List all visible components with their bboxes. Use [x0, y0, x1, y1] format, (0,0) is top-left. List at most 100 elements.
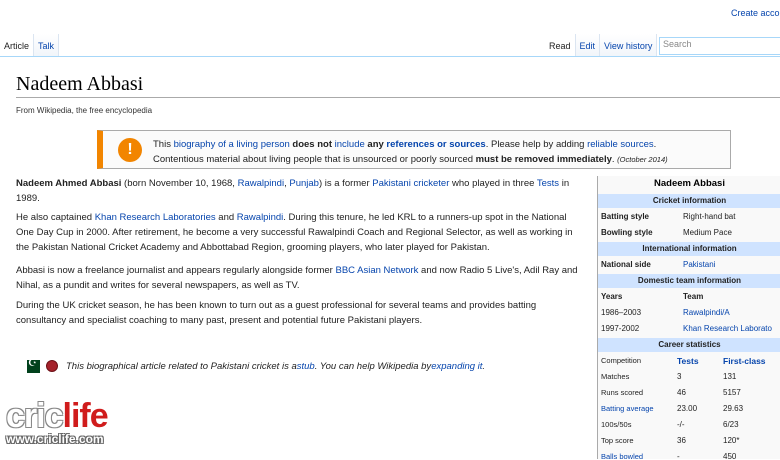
- infobox-row: Batting style Right-hand bat: [598, 209, 780, 225]
- search-input[interactable]: Search: [659, 37, 780, 55]
- text: . You can help Wikipedia by: [314, 360, 432, 372]
- stub-link[interactable]: stub: [297, 361, 315, 372]
- stats-value: -: [677, 452, 680, 459]
- site-tagline: From Wikipedia, the free encyclopedia: [16, 106, 153, 115]
- cricketer-link[interactable]: cricketer: [413, 178, 449, 189]
- batting-average-link[interactable]: Batting average: [601, 401, 677, 417]
- stats-row: Balls bowled - 450: [598, 449, 780, 459]
- stats-key: Top score: [601, 436, 634, 445]
- balls-bowled-link[interactable]: Balls bowled: [601, 449, 677, 459]
- infobox-title: Nadeem Abbasi: [654, 178, 725, 189]
- stats-key: Matches: [601, 372, 630, 381]
- logo-wordmark: criclife: [6, 397, 109, 435]
- infobox-section-header: Cricket information: [598, 194, 780, 208]
- tab-read[interactable]: Read: [545, 34, 576, 56]
- create-account-link[interactable]: Create accou: [731, 8, 780, 18]
- expanding-it-link[interactable]: expanding it: [431, 361, 482, 372]
- infobox-value: 1997-2002: [601, 324, 640, 333]
- first-class-column-link[interactable]: First-class: [723, 353, 766, 369]
- stats-value: 131: [723, 372, 737, 381]
- text: During the UK cricket season, he has bee…: [16, 300, 537, 326]
- infobox-section-header: Domestic team information: [598, 274, 780, 288]
- punjab-link[interactable]: Punjab: [289, 178, 319, 189]
- infobox-value: Right-hand bat: [683, 212, 736, 221]
- warning-text-part: .: [653, 139, 657, 150]
- rawalpindi-link[interactable]: Rawalpindi: [237, 212, 283, 223]
- cricket-ball-icon: [46, 360, 58, 372]
- article-paragraph: He also captained Khan Research Laborato…: [16, 210, 586, 255]
- warning-text: This biography of a living person does n…: [153, 137, 668, 167]
- warning-text-part: Contentious material about living people…: [153, 154, 476, 165]
- stats-value: 450: [723, 452, 737, 459]
- stats-row: Matches 3 131: [598, 369, 780, 385]
- infobox-key: Bowling style: [601, 228, 653, 237]
- tab-talk[interactable]: Talk: [34, 34, 60, 56]
- stats-value: 23.00: [677, 404, 698, 413]
- team-link[interactable]: Khan Research Laborato: [683, 321, 772, 337]
- warning-text-part: . Please help by adding: [485, 139, 588, 150]
- stats-value: 5157: [723, 388, 741, 397]
- logo-part: life: [62, 397, 109, 435]
- tab-view-history[interactable]: View history: [600, 34, 658, 56]
- infobox-value: Medium Pace: [683, 228, 732, 237]
- logo-part: cric: [6, 397, 63, 435]
- stats-value: 120*: [723, 436, 740, 445]
- stats-key: Runs scored: [601, 388, 644, 397]
- stats-value: 6/23: [723, 420, 739, 429]
- stats-value: 29.63: [723, 404, 744, 413]
- team-link[interactable]: Rawalpindi/A: [683, 305, 730, 321]
- namespace-tabs: Article Talk: [0, 34, 60, 56]
- warning-text-bold: does not: [289, 139, 335, 150]
- stats-row: 100s/50s -/- 6/23: [598, 417, 780, 433]
- include-link[interactable]: include: [335, 139, 365, 150]
- infobox-row: Bowling style Medium Pace: [598, 225, 780, 241]
- warning-date: (October 2014): [617, 155, 668, 164]
- article-paragraph: Nadeem Ahmed Abbasi (born November 10, 1…: [16, 176, 586, 206]
- reliable-sources-link[interactable]: reliable sources: [587, 139, 654, 150]
- infobox-row: 1986–2003 Rawalpindi/A: [598, 305, 780, 321]
- logo-url: www.criclife.com: [6, 432, 104, 446]
- tab-article[interactable]: Article: [0, 34, 35, 56]
- view-tabs: Read Edit View history: [545, 34, 658, 56]
- stats-value: -/-: [677, 420, 685, 429]
- tab-edit[interactable]: Edit: [575, 34, 601, 56]
- stats-row: Runs scored 46 5157: [598, 385, 780, 401]
- text: Abbasi is now a freelance journalist and…: [16, 265, 336, 276]
- text: This biographical article related to Pak…: [66, 360, 297, 372]
- text: and: [215, 212, 237, 223]
- stats-value: 3: [677, 372, 682, 381]
- rawalpindi-link[interactable]: Rawalpindi: [238, 178, 284, 189]
- stats-row: Batting average 23.00 29.63: [598, 401, 780, 417]
- text: .: [482, 360, 486, 372]
- infobox-key: Team: [683, 292, 704, 301]
- tests-link[interactable]: Tests: [537, 178, 559, 189]
- text: ) is a former: [318, 178, 373, 189]
- infobox-key: National side: [601, 260, 651, 269]
- stats-row: Top score 36 120*: [598, 433, 780, 449]
- references-link[interactable]: references or sources: [386, 139, 485, 150]
- infobox-section-header: International information: [598, 242, 780, 256]
- bbc-asian-network-link[interactable]: BBC Asian Network: [335, 265, 418, 276]
- blp-link[interactable]: biography of a living person: [174, 139, 290, 150]
- stub-notice: This biographical article related to Pak…: [22, 358, 485, 374]
- tests-column-link[interactable]: Tests: [677, 353, 723, 369]
- article-paragraph: During the UK cricket season, he has bee…: [16, 298, 586, 328]
- warning-text-bold: any: [364, 139, 387, 150]
- pakistan-flag-icon: [22, 358, 40, 373]
- infobox-value: 1986–2003: [601, 308, 642, 317]
- stats-key: Competition: [601, 356, 642, 365]
- infobox-key: Batting style: [601, 212, 650, 221]
- pakistani-link[interactable]: Pakistani: [372, 178, 411, 189]
- warning-text-part: This: [153, 139, 174, 150]
- krl-link[interactable]: Khan Research Laboratories: [95, 212, 216, 223]
- national-side-link[interactable]: Pakistani: [683, 257, 715, 273]
- warning-icon: !: [118, 138, 142, 162]
- infobox-section-header: Career statistics: [598, 338, 780, 352]
- text: who played in three: [449, 178, 537, 189]
- stats-key: 100s/50s: [601, 420, 632, 429]
- stats-value: 46: [677, 388, 686, 397]
- subject-name: Nadeem Ahmed Abbasi: [16, 178, 122, 189]
- unsourced-warning-box: ! This biography of a living person does…: [97, 130, 731, 169]
- infobox-row: National side Pakistani: [598, 257, 780, 273]
- infobox-row: Years Team: [598, 289, 780, 305]
